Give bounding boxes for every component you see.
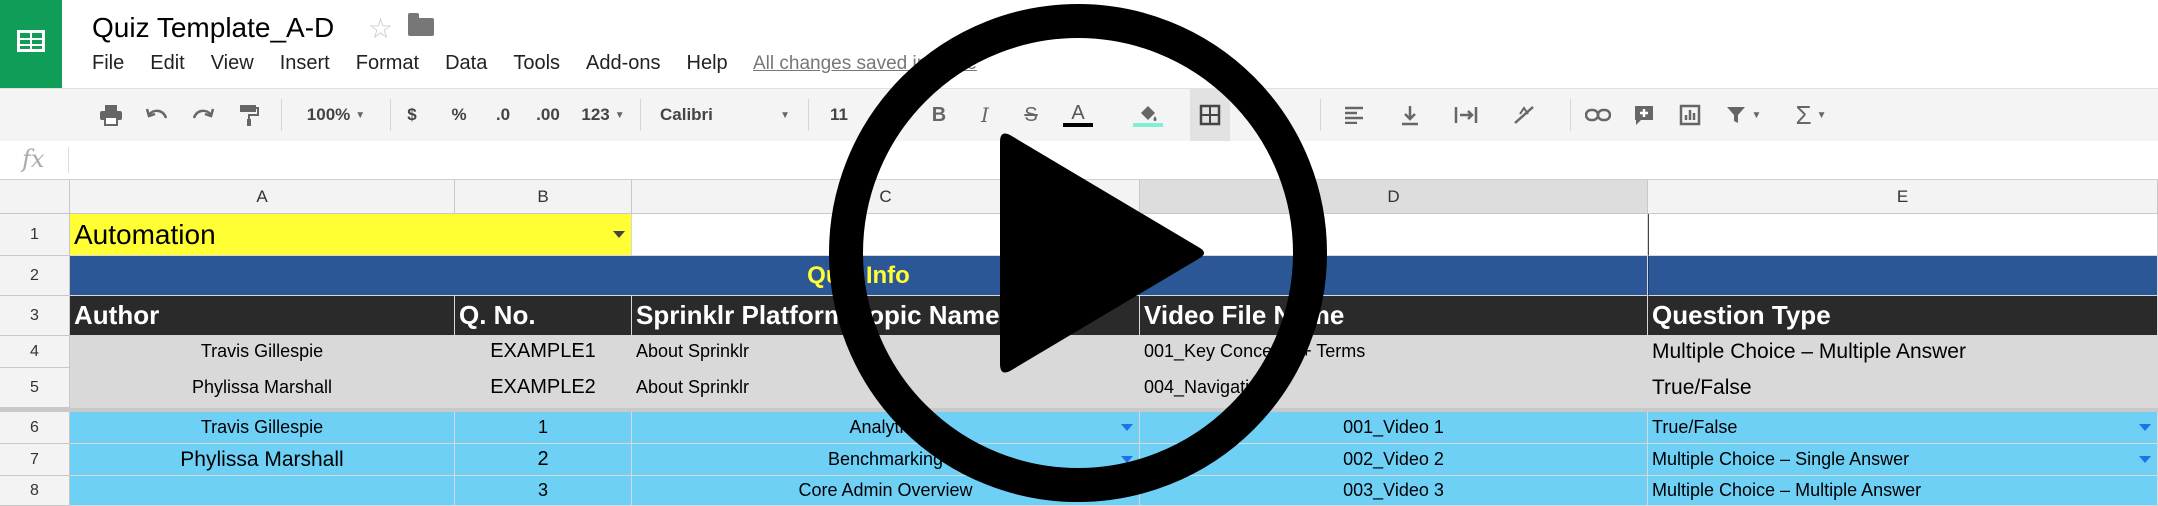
row-header-4[interactable]: 4 — [0, 336, 70, 368]
menu-edit[interactable]: Edit — [150, 52, 184, 80]
redo-icon[interactable] — [188, 89, 218, 141]
row-header-7[interactable]: 7 — [0, 444, 70, 476]
question-number-cell[interactable]: 3 — [455, 476, 632, 506]
question-number-cell[interactable]: 2 — [455, 444, 632, 476]
column-header-a[interactable]: A — [70, 180, 455, 214]
number-format-select[interactable]: 123 ▼ — [578, 89, 628, 141]
column-header-b[interactable]: B — [455, 180, 632, 214]
question-type-value: True/False — [1652, 417, 1738, 437]
row-header-6[interactable]: 6 — [0, 412, 70, 444]
row-header-5[interactable]: 5 — [0, 368, 70, 408]
sheets-logo-icon[interactable] — [0, 0, 62, 88]
undo-icon[interactable] — [142, 89, 172, 141]
question-type-dropdown-cell[interactable]: True/False — [1648, 412, 2158, 444]
header-question-number[interactable]: Q. No. — [455, 296, 632, 336]
folder-icon[interactable] — [408, 13, 434, 36]
functions-icon[interactable]: Σ ▼ — [1786, 89, 1836, 141]
cell-e1[interactable] — [1648, 214, 2158, 256]
print-icon[interactable] — [96, 89, 126, 141]
vertical-align-icon[interactable] — [1390, 89, 1430, 141]
row-header-1[interactable]: 1 — [0, 214, 70, 256]
question-number-cell[interactable]: 1 — [455, 412, 632, 444]
question-type-dropdown-cell[interactable]: Multiple Choice – Single Answer — [1648, 444, 2158, 476]
decrease-decimal-button[interactable]: .0 — [488, 89, 518, 141]
menu-addons[interactable]: Add-ons — [586, 52, 661, 80]
select-all-corner[interactable] — [0, 180, 70, 214]
menu-file[interactable]: File — [92, 52, 124, 80]
paint-format-icon[interactable] — [234, 89, 264, 141]
example-author[interactable]: Travis Gillespie — [70, 336, 455, 368]
author-cell[interactable] — [70, 476, 455, 506]
chevron-down-icon[interactable] — [2139, 455, 2151, 463]
menu-tools[interactable]: Tools — [513, 52, 560, 80]
example-qno[interactable]: EXAMPLE2 — [455, 368, 632, 408]
chevron-down-icon[interactable] — [2139, 423, 2151, 431]
example-type[interactable]: Multiple Choice – Multiple Answer — [1648, 336, 2158, 368]
example-author[interactable]: Phylissa Marshall — [70, 368, 455, 408]
row-header-8[interactable]: 8 — [0, 476, 70, 506]
author-cell[interactable]: Travis Gillespie — [70, 412, 455, 444]
menu-format[interactable]: Format — [356, 52, 419, 80]
insert-link-icon[interactable] — [1580, 89, 1616, 141]
column-header-e[interactable]: E — [1648, 180, 2158, 214]
play-button-icon[interactable] — [828, 0, 1328, 506]
zoom-select[interactable]: 100% ▼ — [296, 89, 376, 141]
menu-data[interactable]: Data — [445, 52, 487, 80]
category-value: Automation — [74, 218, 216, 250]
author-cell[interactable]: Phylissa Marshall — [70, 444, 455, 476]
percent-format-button[interactable]: % — [446, 89, 472, 141]
currency-format-button[interactable]: $ — [400, 89, 424, 141]
align-left-icon[interactable] — [1334, 89, 1374, 141]
category-dropdown-cell[interactable]: Automation — [70, 214, 632, 256]
increase-decimal-button[interactable]: .00 — [530, 89, 566, 141]
example-qno[interactable]: EXAMPLE1 — [455, 336, 632, 368]
header-question-type[interactable]: Question Type — [1648, 296, 2158, 336]
menu-help[interactable]: Help — [687, 52, 728, 80]
header-author[interactable]: Author — [70, 296, 455, 336]
fx-label: fx — [22, 145, 45, 173]
document-title[interactable]: Quiz Template_A-D — [92, 12, 334, 44]
question-type-value: Multiple Choice – Single Answer — [1652, 449, 1910, 469]
menu-insert[interactable]: Insert — [280, 52, 330, 80]
font-family-select[interactable]: Calibri ▼ — [660, 89, 790, 141]
example-type[interactable]: True/False — [1648, 368, 2158, 408]
row-header-3[interactable]: 3 — [0, 296, 70, 336]
question-type-value: Multiple Choice – Multiple Answer — [1652, 480, 1922, 500]
insert-comment-icon[interactable] — [1626, 89, 1662, 141]
insert-chart-icon[interactable] — [1672, 89, 1708, 141]
chevron-down-icon[interactable] — [613, 230, 625, 238]
menu-view[interactable]: View — [211, 52, 254, 80]
text-rotation-icon[interactable] — [1504, 89, 1544, 141]
cell-e2[interactable] — [1648, 256, 2158, 296]
row-header-2[interactable]: 2 — [0, 256, 70, 296]
menu-bar: File Edit View Insert Format Data Tools … — [92, 52, 754, 80]
filter-icon[interactable]: ▼ — [1718, 89, 1768, 141]
star-icon[interactable]: ☆ — [368, 12, 393, 45]
text-wrap-icon[interactable] — [1446, 89, 1486, 141]
question-type-dropdown-cell[interactable]: Multiple Choice – Multiple Answer — [1648, 476, 2158, 506]
